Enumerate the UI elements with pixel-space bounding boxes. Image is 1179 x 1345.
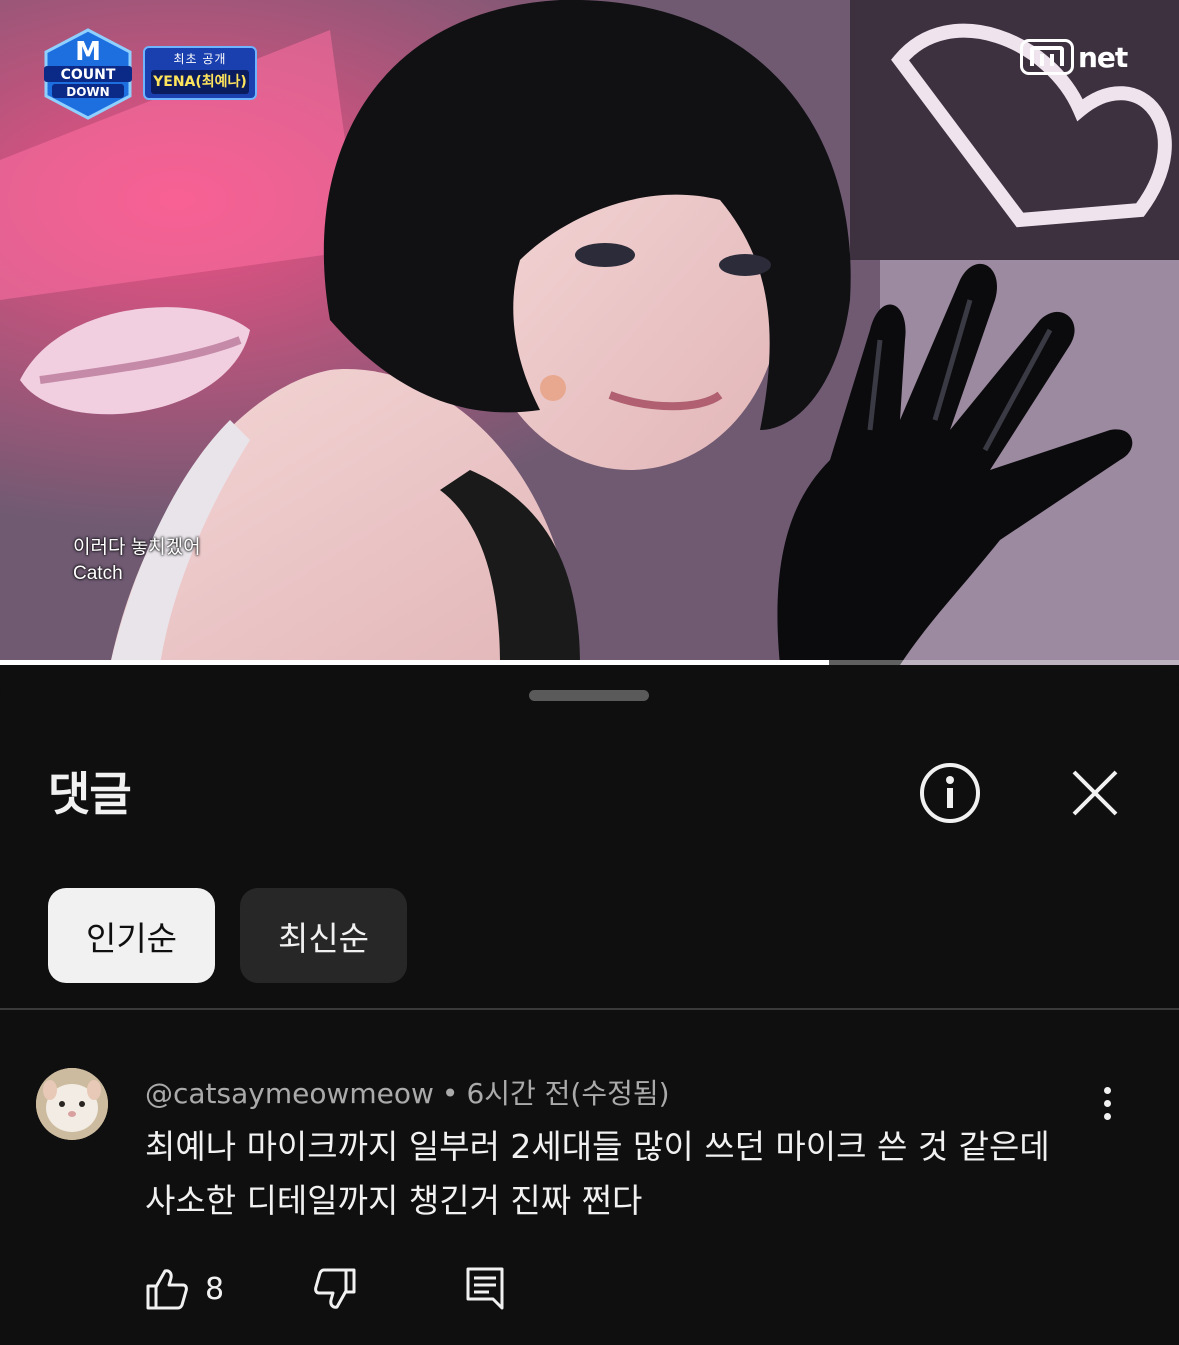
subtitle-line-2: Catch — [73, 563, 123, 584]
thumb-up-icon — [146, 1269, 188, 1310]
mnet-text: net — [1078, 40, 1128, 74]
premiere-badge-top: 최초 공개 — [173, 52, 227, 66]
mnet-m-icon — [1020, 39, 1074, 75]
info-icon — [920, 763, 980, 823]
show-logo-line1: COUNT — [61, 67, 116, 83]
thumb-down-icon — [314, 1268, 356, 1309]
close-button[interactable] — [1060, 758, 1130, 828]
video-player[interactable]: M COUNT DOWN 최초 공개 YENA(최예나) net 이러다 놓치겠… — [0, 0, 1179, 665]
comment-text-line-1: 최예나 마이크까지 일부러 2세대들 많이 쓰던 마이크 쓴 것 같은데 — [145, 1127, 1050, 1166]
premiere-badge-artist: YENA(최예나) — [151, 70, 249, 94]
close-icon — [1072, 770, 1118, 816]
meta-separator: • — [441, 1077, 459, 1110]
avatar-image — [36, 1068, 108, 1140]
premiere-badge: 최초 공개 YENA(최예나) — [143, 46, 257, 100]
avatar[interactable] — [36, 1068, 108, 1140]
more-vert-icon[interactable] — [1086, 1078, 1128, 1128]
show-logo-line2: DOWN — [66, 85, 109, 99]
svg-text:M: M — [75, 37, 101, 67]
broadcaster-logo: net — [1020, 38, 1128, 76]
dislike-button[interactable] — [313, 1266, 357, 1312]
subtitle-line-1: 이러다 놓치겠어 — [73, 537, 201, 558]
comment-author[interactable]: @catsaymeowmeow — [145, 1077, 434, 1110]
sort-chip-popular[interactable]: 인기순 — [48, 888, 215, 983]
comments-sheet: 댓글 인기순 최신순 @catsaymeowmeow • 6시간 전(수정됨) 최예… — [0, 668, 1179, 1345]
reply-icon — [466, 1267, 504, 1310]
show-logo-icon: M COUNT DOWN — [44, 28, 132, 120]
drag-handle[interactable] — [529, 690, 649, 701]
like-count: 8 — [205, 1271, 225, 1307]
video-subtitle: 이러다 놓치겠어 Catch — [73, 535, 201, 587]
video-progress-bar[interactable] — [0, 660, 1179, 665]
comment-text: 최예나 마이크까지 일부러 2세대들 많이 쓰던 마이크 쓴 것 같은데 사소한… — [145, 1120, 1085, 1228]
info-button[interactable] — [915, 758, 985, 828]
video-progress-fill — [0, 660, 829, 665]
like-button[interactable]: 8 — [145, 1266, 224, 1312]
sheet-title: 댓글 — [48, 767, 132, 821]
comment-meta: @catsaymeowmeow • 6시간 전(수정됨) — [145, 1072, 670, 1112]
divider — [0, 1008, 1179, 1010]
reply-button[interactable] — [465, 1266, 505, 1312]
sort-chip-newest[interactable]: 최신순 — [240, 888, 407, 983]
comment-time: 6시간 전(수정됨) — [466, 1077, 670, 1110]
comment-text-line-2: 사소한 디테일까지 챙긴거 진짜 쩐다 — [145, 1181, 643, 1220]
